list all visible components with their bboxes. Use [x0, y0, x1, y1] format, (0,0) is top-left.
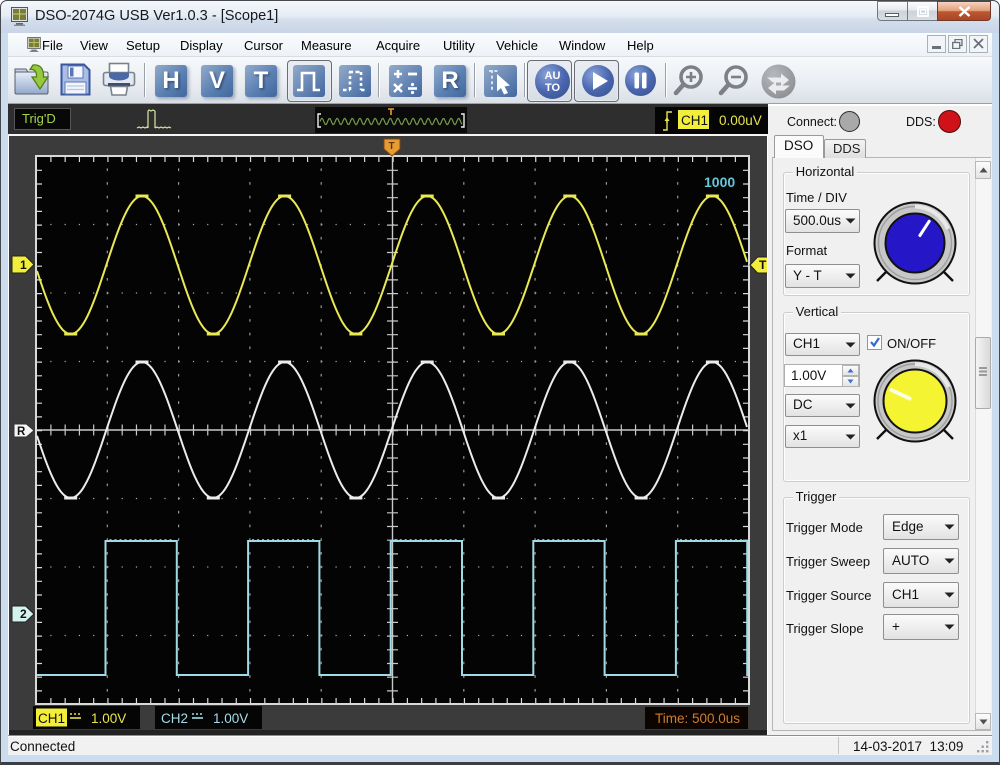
- svg-text:R: R: [17, 426, 26, 438]
- svg-text:T: T: [389, 141, 395, 152]
- svg-text:CH2: CH2: [161, 711, 188, 726]
- svg-text:T: T: [759, 258, 767, 272]
- svg-text:2: 2: [20, 607, 27, 621]
- svg-text:CH1: CH1: [38, 711, 65, 726]
- svg-text:1.00V: 1.00V: [213, 711, 248, 726]
- svg-text:1000: 1000: [704, 174, 735, 190]
- svg-text:1.00V: 1.00V: [91, 711, 126, 726]
- svg-text:1: 1: [20, 258, 27, 272]
- svg-text:AU: AU: [545, 70, 561, 82]
- svg-text:Time: 500.0us: Time: 500.0us: [655, 711, 740, 726]
- svg-text:TO: TO: [545, 82, 561, 94]
